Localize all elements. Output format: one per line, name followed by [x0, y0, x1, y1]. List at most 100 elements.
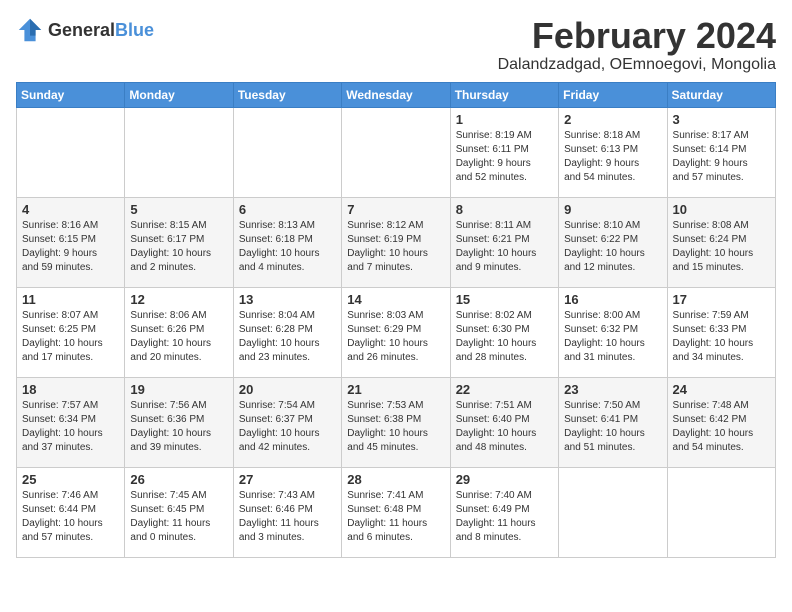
- logo-icon: [16, 16, 44, 44]
- day-number: 15: [456, 292, 553, 307]
- day-info: Sunrise: 7:56 AM Sunset: 6:36 PM Dayligh…: [130, 399, 227, 455]
- day-number: 18: [22, 382, 119, 397]
- day-number: 1: [456, 112, 553, 127]
- day-number: 14: [347, 292, 444, 307]
- calendar-cell: 15 Sunrise: 8:02 AM Sunset: 6:30 PM Dayli…: [450, 287, 558, 377]
- day-info: Sunrise: 8:18 AM Sunset: 6:13 PM Dayligh…: [564, 129, 661, 185]
- day-number: 26: [130, 472, 227, 487]
- calendar-cell: 4 Sunrise: 8:16 AM Sunset: 6:15 PM Daylig…: [17, 197, 125, 287]
- day-info: Sunrise: 8:15 AM Sunset: 6:17 PM Dayligh…: [130, 219, 227, 275]
- logo-text: GeneralBlue: [48, 20, 154, 41]
- day-number: 29: [456, 472, 553, 487]
- calendar-cell: [125, 107, 233, 197]
- day-number: 9: [564, 202, 661, 217]
- day-number: 24: [673, 382, 770, 397]
- column-header-sunday: Sunday: [17, 82, 125, 107]
- column-header-wednesday: Wednesday: [342, 82, 450, 107]
- day-number: 13: [239, 292, 336, 307]
- calendar-header-row: SundayMondayTuesdayWednesdayThursdayFrid…: [17, 82, 776, 107]
- calendar-cell: [17, 107, 125, 197]
- calendar-cell: 14 Sunrise: 8:03 AM Sunset: 6:29 PM Dayli…: [342, 287, 450, 377]
- day-number: 28: [347, 472, 444, 487]
- calendar-cell: [342, 107, 450, 197]
- calendar-cell: 5 Sunrise: 8:15 AM Sunset: 6:17 PM Daylig…: [125, 197, 233, 287]
- day-info: Sunrise: 8:12 AM Sunset: 6:19 PM Dayligh…: [347, 219, 444, 275]
- column-header-monday: Monday: [125, 82, 233, 107]
- day-number: 11: [22, 292, 119, 307]
- day-info: Sunrise: 8:16 AM Sunset: 6:15 PM Dayligh…: [22, 219, 119, 275]
- day-info: Sunrise: 8:08 AM Sunset: 6:24 PM Dayligh…: [673, 219, 770, 275]
- day-number: 10: [673, 202, 770, 217]
- day-info: Sunrise: 8:04 AM Sunset: 6:28 PM Dayligh…: [239, 309, 336, 365]
- day-info: Sunrise: 8:10 AM Sunset: 6:22 PM Dayligh…: [564, 219, 661, 275]
- day-number: 7: [347, 202, 444, 217]
- day-number: 5: [130, 202, 227, 217]
- calendar-week-row: 11 Sunrise: 8:07 AM Sunset: 6:25 PM Dayli…: [17, 287, 776, 377]
- day-info: Sunrise: 7:43 AM Sunset: 6:46 PM Dayligh…: [239, 489, 336, 545]
- logo-blue: Blue: [115, 20, 154, 40]
- calendar-cell: 17Sunrise: 7:59 AM Sunset: 6:33 PM Dayli…: [667, 287, 775, 377]
- calendar-cell: 11 Sunrise: 8:07 AM Sunset: 6:25 PM Dayli…: [17, 287, 125, 377]
- column-header-friday: Friday: [559, 82, 667, 107]
- calendar-cell: 12Sunrise: 8:06 AM Sunset: 6:26 PM Dayli…: [125, 287, 233, 377]
- calendar-cell: 9 Sunrise: 8:10 AM Sunset: 6:22 PM Daylig…: [559, 197, 667, 287]
- logo: GeneralBlue: [16, 16, 154, 44]
- page-header: GeneralBlue February 2024 Dalandzadgad, …: [16, 16, 776, 74]
- logo-general: General: [48, 20, 115, 40]
- day-info: Sunrise: 7:40 AM Sunset: 6:49 PM Dayligh…: [456, 489, 553, 545]
- day-number: 20: [239, 382, 336, 397]
- day-info: Sunrise: 7:41 AM Sunset: 6:48 PM Dayligh…: [347, 489, 444, 545]
- day-number: 3: [673, 112, 770, 127]
- calendar-cell: [559, 467, 667, 557]
- day-number: 8: [456, 202, 553, 217]
- day-info: Sunrise: 8:06 AM Sunset: 6:26 PM Dayligh…: [130, 309, 227, 365]
- calendar-cell: [667, 467, 775, 557]
- day-info: Sunrise: 7:53 AM Sunset: 6:38 PM Dayligh…: [347, 399, 444, 455]
- calendar-cell: 18 Sunrise: 7:57 AM Sunset: 6:34 PM Dayli…: [17, 377, 125, 467]
- column-header-saturday: Saturday: [667, 82, 775, 107]
- calendar-cell: 20Sunrise: 7:54 AM Sunset: 6:37 PM Dayli…: [233, 377, 341, 467]
- column-header-tuesday: Tuesday: [233, 82, 341, 107]
- calendar-cell: 10 Sunrise: 8:08 AM Sunset: 6:24 PM Dayli…: [667, 197, 775, 287]
- day-number: 17: [673, 292, 770, 307]
- day-info: Sunrise: 7:57 AM Sunset: 6:34 PM Dayligh…: [22, 399, 119, 455]
- day-info: Sunrise: 8:07 AM Sunset: 6:25 PM Dayligh…: [22, 309, 119, 365]
- calendar-cell: 22 Sunrise: 7:51 AM Sunset: 6:40 PM Dayli…: [450, 377, 558, 467]
- calendar-cell: [233, 107, 341, 197]
- calendar-cell: 25Sunrise: 7:46 AM Sunset: 6:44 PM Dayli…: [17, 467, 125, 557]
- day-number: 25: [22, 472, 119, 487]
- day-info: Sunrise: 8:00 AM Sunset: 6:32 PM Dayligh…: [564, 309, 661, 365]
- day-number: 22: [456, 382, 553, 397]
- day-info: Sunrise: 8:02 AM Sunset: 6:30 PM Dayligh…: [456, 309, 553, 365]
- calendar-cell: 16 Sunrise: 8:00 AM Sunset: 6:32 PM Dayli…: [559, 287, 667, 377]
- calendar-week-row: 25Sunrise: 7:46 AM Sunset: 6:44 PM Dayli…: [17, 467, 776, 557]
- calendar-cell: 7 Sunrise: 8:12 AM Sunset: 6:19 PM Daylig…: [342, 197, 450, 287]
- day-number: 4: [22, 202, 119, 217]
- calendar-cell: 24 Sunrise: 7:48 AM Sunset: 6:42 PM Dayli…: [667, 377, 775, 467]
- calendar-cell: 27Sunrise: 7:43 AM Sunset: 6:46 PM Dayli…: [233, 467, 341, 557]
- calendar-week-row: 4 Sunrise: 8:16 AM Sunset: 6:15 PM Daylig…: [17, 197, 776, 287]
- day-number: 6: [239, 202, 336, 217]
- calendar-cell: 8 Sunrise: 8:11 AM Sunset: 6:21 PM Daylig…: [450, 197, 558, 287]
- day-info: Sunrise: 7:48 AM Sunset: 6:42 PM Dayligh…: [673, 399, 770, 455]
- day-info: Sunrise: 8:17 AM Sunset: 6:14 PM Dayligh…: [673, 129, 770, 185]
- calendar-cell: 28 Sunrise: 7:41 AM Sunset: 6:48 PM Dayli…: [342, 467, 450, 557]
- day-info: Sunrise: 8:19 AM Sunset: 6:11 PM Dayligh…: [456, 129, 553, 185]
- day-info: Sunrise: 8:03 AM Sunset: 6:29 PM Dayligh…: [347, 309, 444, 365]
- day-number: 21: [347, 382, 444, 397]
- month-year-title: February 2024: [498, 16, 776, 56]
- title-block: February 2024 Dalandzadgad, OEmnoegovi, …: [498, 16, 776, 74]
- calendar-cell: 1 Sunrise: 8:19 AM Sunset: 6:11 PM Daylig…: [450, 107, 558, 197]
- calendar-week-row: 1 Sunrise: 8:19 AM Sunset: 6:11 PM Daylig…: [17, 107, 776, 197]
- calendar-table: SundayMondayTuesdayWednesdayThursdayFrid…: [16, 82, 776, 558]
- day-info: Sunrise: 7:45 AM Sunset: 6:45 PM Dayligh…: [130, 489, 227, 545]
- calendar-cell: 29 Sunrise: 7:40 AM Sunset: 6:49 PM Dayli…: [450, 467, 558, 557]
- day-info: Sunrise: 8:11 AM Sunset: 6:21 PM Dayligh…: [456, 219, 553, 275]
- day-number: 19: [130, 382, 227, 397]
- calendar-week-row: 18 Sunrise: 7:57 AM Sunset: 6:34 PM Dayli…: [17, 377, 776, 467]
- calendar-cell: 21 Sunrise: 7:53 AM Sunset: 6:38 PM Dayli…: [342, 377, 450, 467]
- day-number: 23: [564, 382, 661, 397]
- calendar-cell: 13 Sunrise: 8:04 AM Sunset: 6:28 PM Dayli…: [233, 287, 341, 377]
- day-number: 16: [564, 292, 661, 307]
- day-info: Sunrise: 7:51 AM Sunset: 6:40 PM Dayligh…: [456, 399, 553, 455]
